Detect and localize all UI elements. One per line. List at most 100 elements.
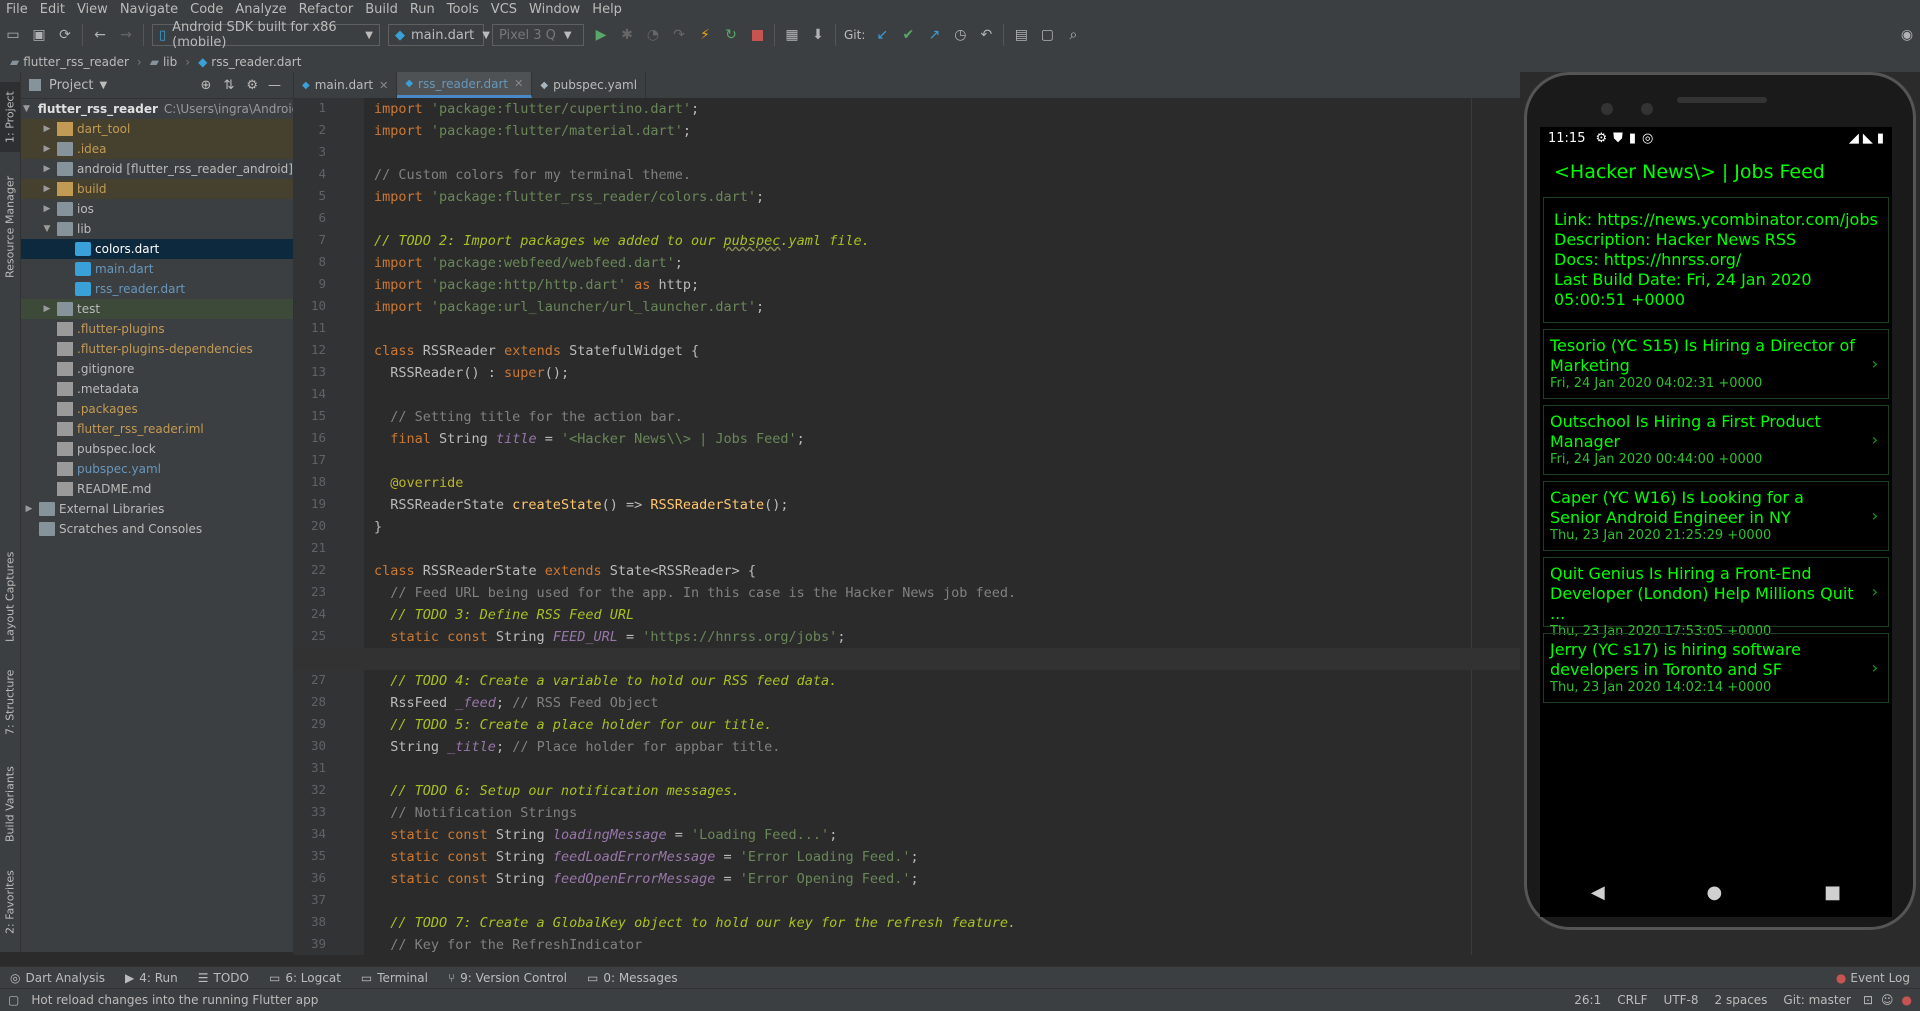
menu-code[interactable]: Code — [184, 0, 229, 19]
history-icon[interactable]: ◷ — [947, 22, 973, 48]
tree-item[interactable]: ▶ ios — [21, 199, 293, 219]
notification-icon[interactable]: ● — [1902, 993, 1912, 1007]
menu-analyze[interactable]: Analyze — [229, 0, 292, 19]
tree-item[interactable]: pubspec.yaml — [21, 459, 293, 479]
code-editor[interactable]: 1 2 3 4 5 6 7 8 9 10 11 12 13 14 15 16 17 18 19 20 21 22 23 24 2… — [294, 98, 1524, 955]
git-push-icon[interactable]: ↗ — [921, 22, 947, 48]
project-structure-icon[interactable]: ▤ — [1008, 22, 1034, 48]
home-nav-icon[interactable]: ● — [1707, 882, 1723, 903]
tree-root[interactable]: ▼ flutter_rss_reader C:\Users\ingra\Andr… — [21, 99, 293, 119]
locate-icon[interactable]: ⊕ — [201, 78, 212, 93]
tree-item[interactable]: .metadata — [21, 379, 293, 399]
hide-icon[interactable]: — — [268, 78, 281, 93]
chevron-down-icon[interactable]: ▼ — [99, 80, 107, 91]
bottom-tab[interactable]: ▭ 0: Messages — [577, 971, 688, 985]
menu-file[interactable]: File — [0, 0, 34, 19]
hot-reload-icon[interactable]: ⚡ — [692, 22, 718, 48]
device-selector[interactable]: ▯ Android SDK built for x86 (mobile) ▼ — [152, 20, 380, 50]
tab-build-variants[interactable]: Build Variants — [0, 757, 20, 852]
tree-item[interactable]: .gitignore — [21, 359, 293, 379]
close-icon[interactable]: ✕ — [514, 77, 523, 90]
indent-setting[interactable]: 2 spaces — [1707, 993, 1776, 1007]
menu-navigate[interactable]: Navigate — [114, 0, 184, 19]
tree-item[interactable]: main.dart — [21, 259, 293, 279]
save-all-icon[interactable]: ▣ — [26, 22, 52, 48]
open-folder-icon[interactable]: ▭ — [0, 22, 26, 48]
menu-view[interactable]: View — [71, 0, 114, 19]
gear-icon[interactable]: ⚙ — [246, 78, 258, 93]
line-separator[interactable]: CRLF — [1609, 993, 1655, 1007]
run-icon[interactable]: ▶ — [588, 22, 614, 48]
menu-refactor[interactable]: Refactor — [293, 0, 360, 19]
run-config-selector[interactable]: ◆ main.dart ▼ — [388, 24, 490, 46]
breadcrumb-folder[interactable]: ▰ lib — [146, 55, 182, 69]
attach-icon[interactable]: ↷ — [666, 22, 692, 48]
sync-icon[interactable]: ⟳ — [52, 22, 78, 48]
tree-item[interactable]: flutter_rss_reader.iml — [21, 419, 293, 439]
stop-icon[interactable] — [744, 22, 770, 48]
git-update-icon[interactable]: ↙ — [869, 22, 895, 48]
lock-icon[interactable]: ⊡ — [1863, 993, 1873, 1007]
bottom-tab[interactable]: ▭ 6: Logcat — [259, 971, 351, 985]
avd-selector[interactable]: Pixel 3 Q ▼ — [492, 24, 584, 46]
feed-item[interactable]: Quit Genius Is Hiring a Front-End Develo… — [1543, 557, 1889, 639]
phone-screen[interactable]: 11:15 ⚙ ⛊ ▮ ◎ ◢ ◣ ▮ <Hacker News\> | Job… — [1540, 127, 1892, 867]
tree-item[interactable]: ▶ dart_tool — [21, 119, 293, 139]
menu-tools[interactable]: Tools — [441, 0, 485, 19]
layout-icon[interactable]: ▢ — [1034, 22, 1060, 48]
tab-main-dart[interactable]: ◆ main.dart ✕ — [294, 72, 398, 98]
feed-item[interactable]: Tesorio (YC S15) Is Hiring a Director of… — [1543, 329, 1889, 399]
tree-item[interactable]: .flutter-plugins — [21, 319, 293, 339]
search-icon[interactable]: ⌕ — [1060, 22, 1086, 48]
tab-pubspec-yaml[interactable]: ◆ pubspec.yaml — [532, 72, 647, 98]
tree-item[interactable]: ▶ build — [21, 179, 293, 199]
menu-build[interactable]: Build — [359, 0, 404, 19]
bottom-tab[interactable]: ▶ 4: Run — [115, 971, 188, 985]
bottom-tab[interactable]: ◎ Dart Analysis — [0, 971, 115, 985]
tab-project[interactable]: 1: Project — [0, 82, 20, 152]
profile-icon[interactable]: ◔ — [640, 22, 666, 48]
tab-rss_reader-dart[interactable]: ◆ rss_reader.dart ✕ — [397, 72, 533, 98]
project-view-selector[interactable]: Project — [49, 78, 93, 93]
tree-item[interactable]: README.md — [21, 479, 293, 499]
tree-item[interactable]: .flutter-plugins-dependencies — [21, 339, 293, 359]
tree-item[interactable]: ▶ External Libraries — [21, 499, 293, 519]
tree-item[interactable]: ▶ test — [21, 299, 293, 319]
hot-restart-icon[interactable]: ↻ — [718, 22, 744, 48]
bottom-tab[interactable]: ☰ TODO — [188, 971, 259, 985]
menu-edit[interactable]: Edit — [34, 0, 71, 19]
git-commit-icon[interactable]: ✔ — [895, 22, 921, 48]
recents-nav-icon[interactable]: ■ — [1824, 882, 1841, 903]
feed-item[interactable]: Outschool Is Hiring a First Product Mana… — [1543, 405, 1889, 475]
forward-icon[interactable]: → — [113, 22, 139, 48]
tree-item[interactable]: pubspec.lock — [21, 439, 293, 459]
tree-item[interactable]: ▼ lib — [21, 219, 293, 239]
breadcrumb-project[interactable]: ▰ flutter_rss_reader — [0, 55, 133, 69]
tree-item[interactable]: ▶ android [flutter_rss_reader_android] — [21, 159, 293, 179]
debug-icon[interactable]: ✱ — [614, 22, 640, 48]
user-icon[interactable]: ◉ — [1894, 22, 1920, 48]
tab-structure[interactable]: 7: Structure — [0, 662, 20, 742]
rollback-icon[interactable]: ↶ — [973, 22, 999, 48]
menu-window[interactable]: Window — [523, 0, 586, 19]
feed-item[interactable]: Jerry (YC s17) is hiring software develo… — [1543, 633, 1889, 703]
bottom-tab[interactable]: ▭ Terminal — [351, 971, 438, 985]
back-icon[interactable]: ← — [87, 22, 113, 48]
avd-manager-icon[interactable]: ▦ — [779, 22, 805, 48]
tree-item[interactable]: .packages — [21, 399, 293, 419]
bottom-tab[interactable]: ⑂ 9: Version Control — [438, 971, 577, 985]
back-nav-icon[interactable]: ◀ — [1591, 882, 1605, 903]
menu-help[interactable]: Help — [586, 0, 628, 19]
close-icon[interactable]: ✕ — [379, 79, 388, 92]
collapse-all-icon[interactable]: ⇅ — [223, 78, 234, 93]
event-log-button[interactable]: ● Event Log — [1826, 971, 1920, 985]
tab-favorites[interactable]: 2: Favorites — [0, 862, 20, 942]
git-branch[interactable]: Git: master — [1775, 993, 1859, 1007]
menu-run[interactable]: Run — [404, 0, 441, 19]
tab-layout-captures[interactable]: Layout Captures — [0, 542, 20, 652]
menu-vcs[interactable]: VCS — [485, 0, 523, 19]
feed-item[interactable]: Caper (YC W16) Is Looking for a Senior A… — [1543, 481, 1889, 551]
tree-item[interactable]: colors.dart — [21, 239, 293, 259]
smiley-icon[interactable]: ☺ — [1881, 993, 1894, 1007]
status-toggle-icon[interactable]: ▢ — [8, 993, 19, 1007]
